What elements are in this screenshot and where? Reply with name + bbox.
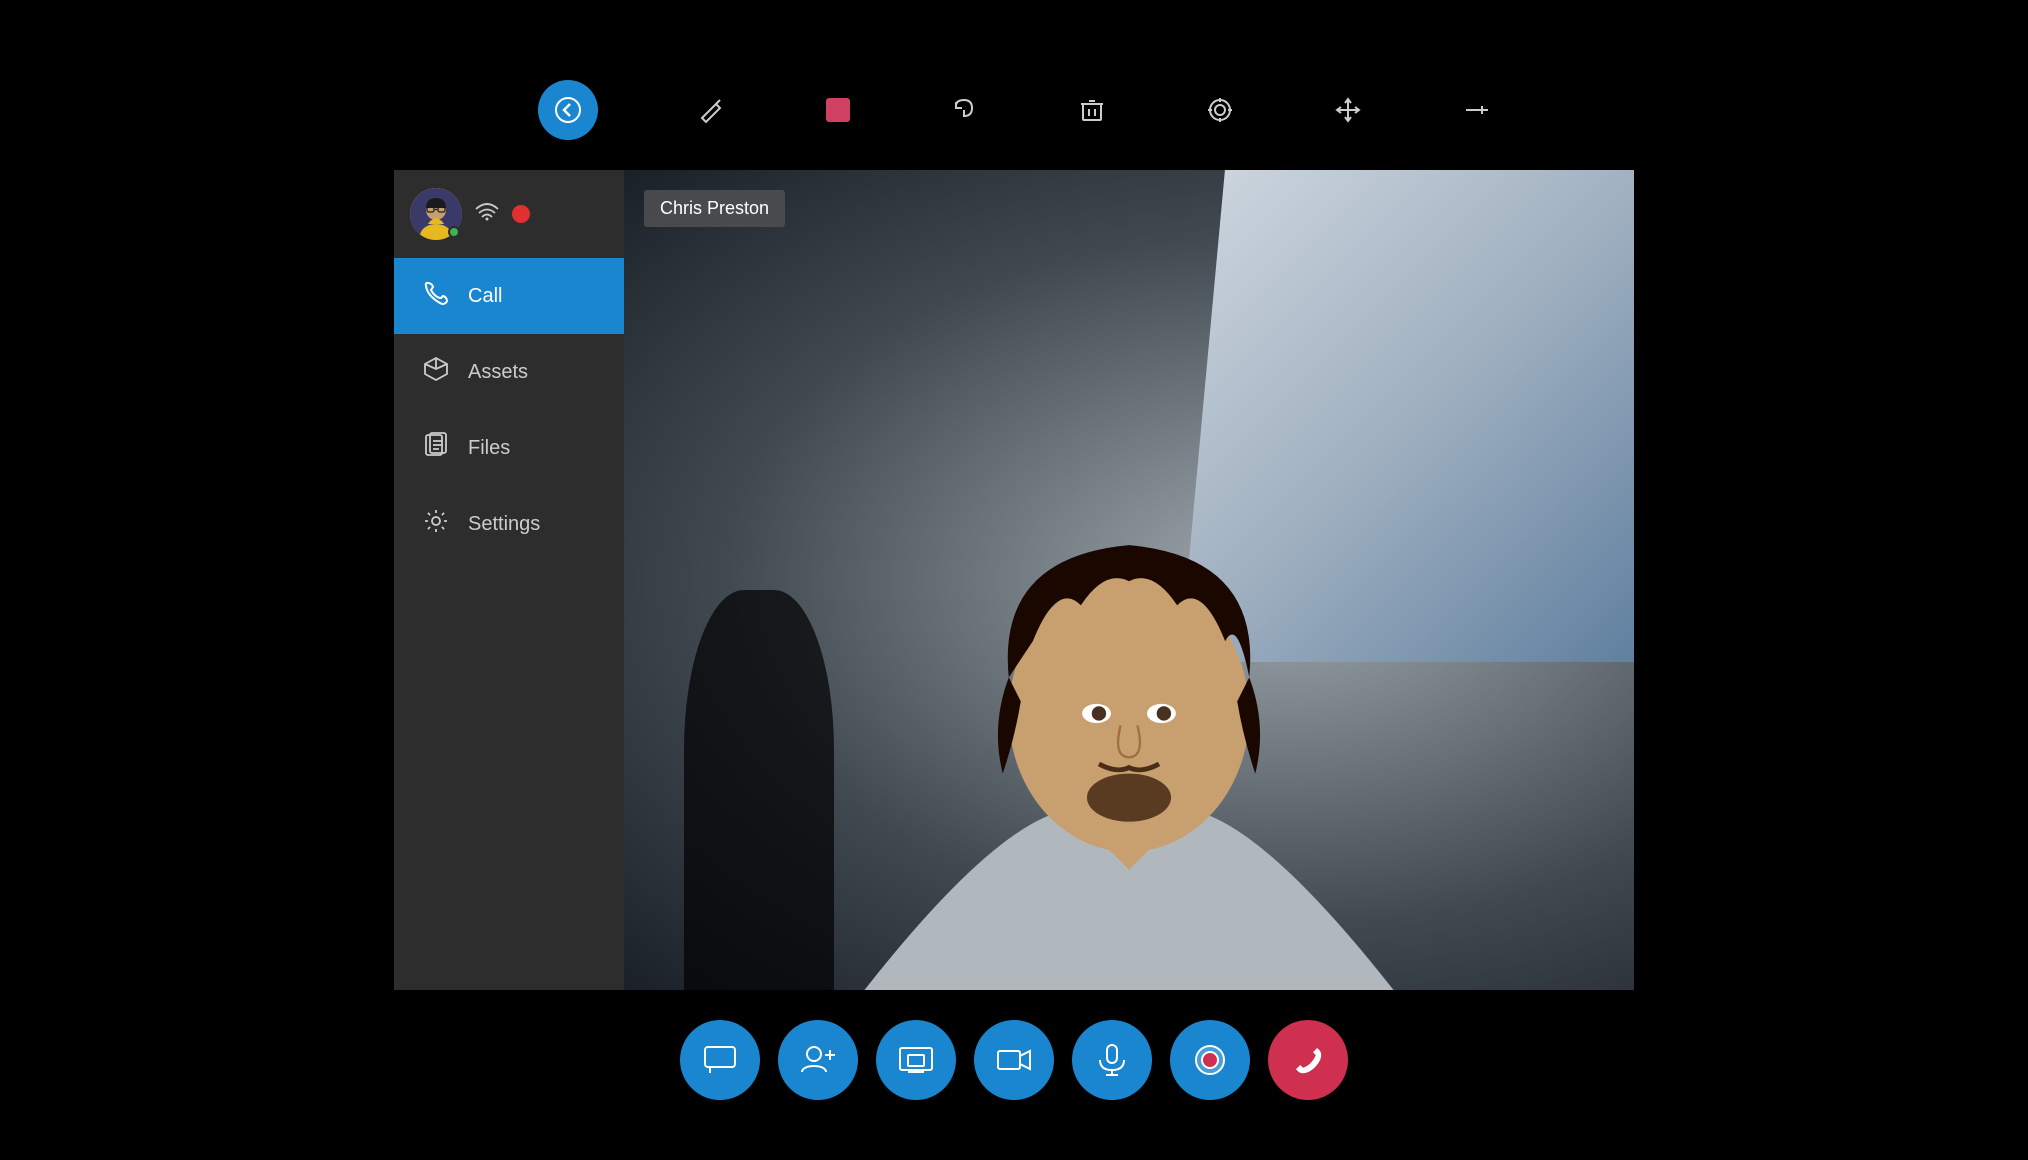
online-status-dot <box>448 226 460 238</box>
back-button[interactable] <box>538 80 598 140</box>
sidebar-item-settings[interactable]: Settings <box>394 486 624 562</box>
signal-icon <box>474 201 500 227</box>
add-person-button[interactable] <box>778 1020 858 1100</box>
color-picker-icon[interactable] <box>826 98 850 122</box>
pin-icon[interactable] <box>1462 96 1490 124</box>
undo-icon[interactable] <box>950 96 978 124</box>
call-icon <box>422 280 450 312</box>
caller-name: Chris Preston <box>660 198 769 218</box>
video-button[interactable] <box>974 1020 1054 1100</box>
sidebar-settings-label: Settings <box>468 513 540 536</box>
sidebar-assets-label: Assets <box>468 361 528 384</box>
share-screen-button[interactable] <box>876 1020 956 1100</box>
end-call-button[interactable] <box>1268 1020 1348 1100</box>
chat-button[interactable] <box>680 1020 760 1100</box>
sidebar-files-label: Files <box>468 437 510 460</box>
bottom-controls <box>680 1020 1348 1100</box>
main-area: Call Assets File <box>394 170 1634 990</box>
sidebar-item-files[interactable]: Files <box>394 410 624 486</box>
sidebar-item-assets[interactable]: Assets <box>394 334 624 410</box>
sidebar: Call Assets File <box>394 170 624 990</box>
sidebar-item-call[interactable]: Call <box>394 258 624 334</box>
video-background <box>624 170 1634 990</box>
assets-icon <box>422 356 450 388</box>
mute-button[interactable] <box>1072 1020 1152 1100</box>
sidebar-call-label: Call <box>468 285 502 308</box>
recording-indicator <box>512 205 530 223</box>
delete-icon[interactable] <box>1078 96 1106 124</box>
video-area: Chris Preston <box>624 170 1634 990</box>
header-icons <box>474 201 530 227</box>
caller-name-badge: Chris Preston <box>644 190 785 227</box>
target-icon[interactable] <box>1206 96 1234 124</box>
avatar <box>410 188 462 240</box>
toolbar <box>0 60 2028 170</box>
sidebar-header <box>394 170 624 258</box>
files-icon <box>422 432 450 464</box>
move-icon[interactable] <box>1334 96 1362 124</box>
settings-icon <box>422 508 450 540</box>
record-button[interactable] <box>1170 1020 1250 1100</box>
pen-icon[interactable] <box>698 96 726 124</box>
